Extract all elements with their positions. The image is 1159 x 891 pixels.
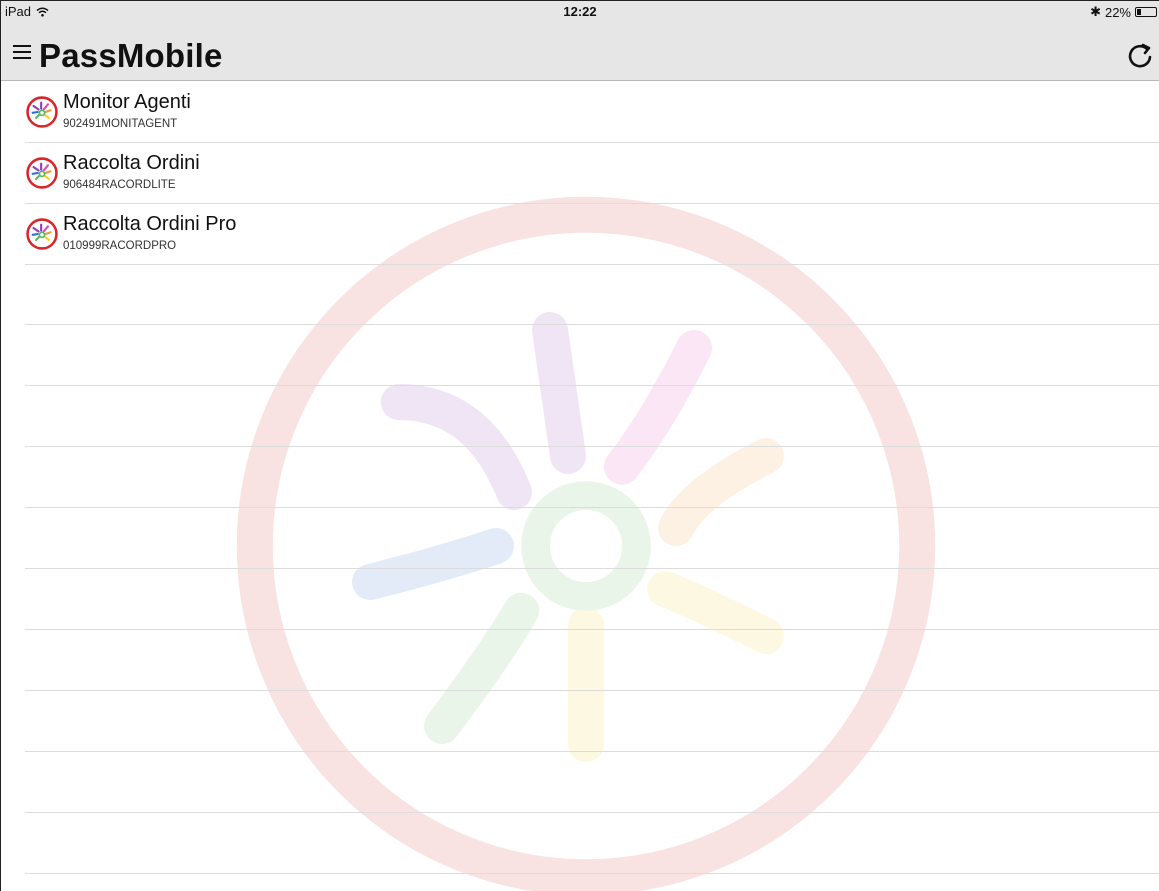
battery-icon	[1135, 7, 1157, 17]
refresh-icon[interactable]	[1125, 41, 1155, 71]
app-code: 902491MONITAGENT	[63, 118, 178, 130]
status-right: ✱ 22%	[1090, 4, 1157, 20]
page-title: PassMobile	[39, 37, 223, 74]
bluetooth-icon: ✱	[1090, 4, 1101, 19]
list-item[interactable]: Monitor Agenti 902491MONITAGENT	[1, 81, 1159, 143]
app-logo-icon	[26, 96, 58, 128]
empty-row	[25, 569, 1159, 630]
empty-row	[25, 386, 1159, 447]
app-code: 010999RACORDPRO	[63, 240, 177, 252]
app-list: Monitor Agenti 902491MONITAGENT Raccolta…	[1, 81, 1159, 874]
status-time: 12:22	[563, 4, 597, 19]
list-item[interactable]: Raccolta Ordini Pro 010999RACORDPRO	[1, 203, 1159, 265]
list-item[interactable]: Raccolta Ordini 906484RACORDLITE	[1, 142, 1159, 204]
app-title: Raccolta Ordini	[63, 152, 200, 174]
nav-bar: PassMobile	[1, 29, 1159, 79]
top-bar: iPad 12:22 ✱ 22% PassMobile	[1, 1, 1159, 81]
empty-row	[25, 752, 1159, 813]
battery-percent: 22%	[1104, 4, 1131, 20]
app-title: Raccolta Ordini Pro	[63, 213, 237, 235]
empty-row	[25, 325, 1159, 386]
app-logo-icon	[26, 157, 58, 189]
hamburger-menu-icon[interactable]	[13, 43, 33, 59]
app-logo-icon	[26, 218, 58, 250]
empty-row	[25, 508, 1159, 569]
empty-row	[25, 813, 1159, 874]
empty-row	[25, 691, 1159, 752]
empty-row	[25, 630, 1159, 691]
app-screen: iPad 12:22 ✱ 22% PassMobile Monitor Agen…	[0, 0, 1159, 891]
app-code: 906484RACORDLITE	[63, 179, 176, 191]
empty-row	[25, 447, 1159, 508]
app-title: Monitor Agenti	[63, 91, 191, 113]
empty-row	[25, 264, 1159, 325]
status-bar: iPad 12:22 ✱ 22%	[1, 1, 1159, 21]
